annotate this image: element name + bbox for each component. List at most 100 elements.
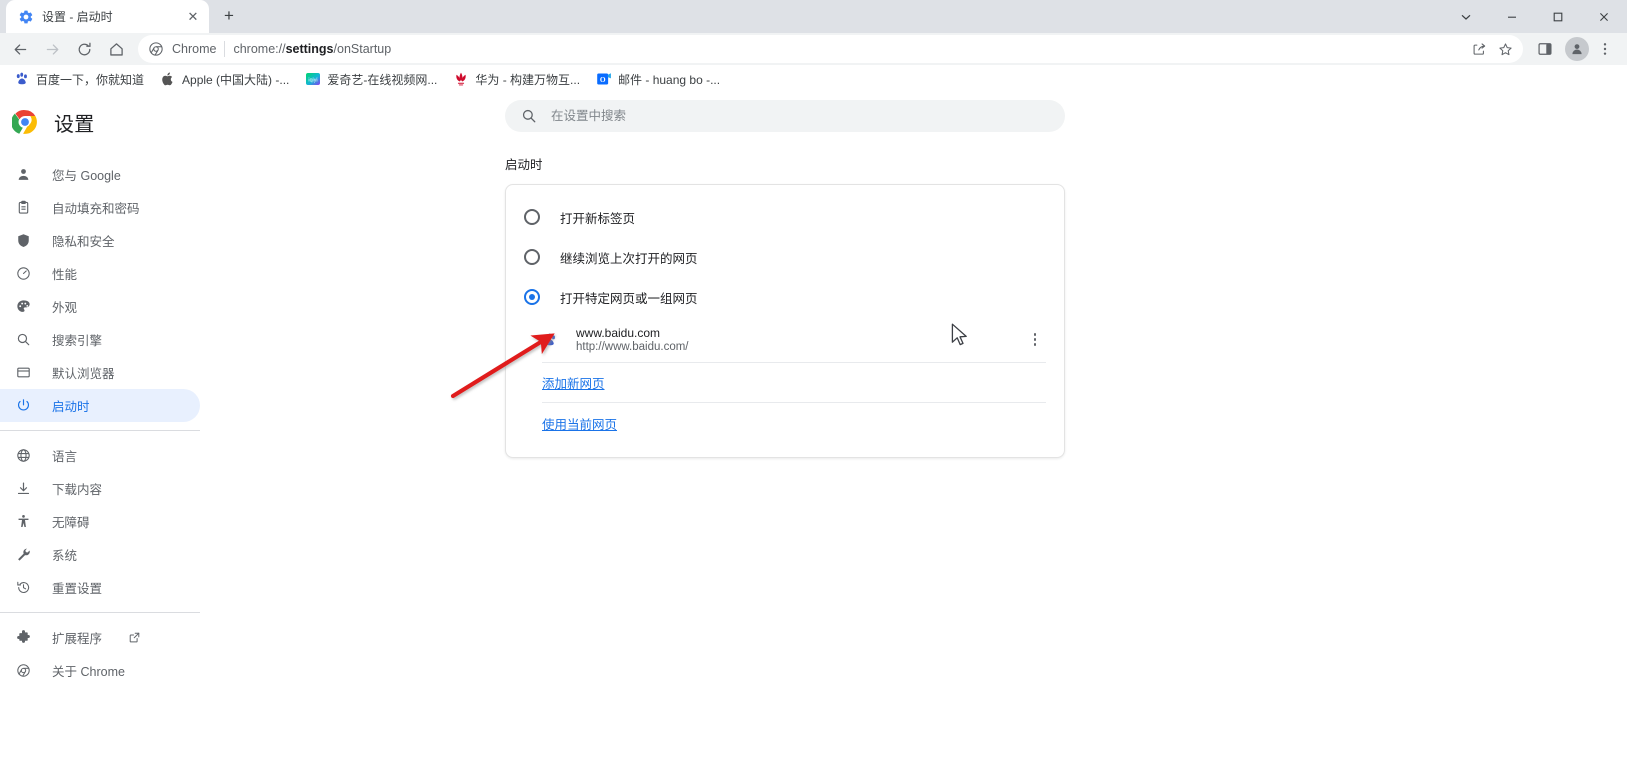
person-icon [14,166,32,184]
bookmark-item[interactable]: 百度一下，你就知道 [6,68,152,91]
chevron-down-icon[interactable] [1443,0,1489,33]
address-bar[interactable]: Chrome chrome://settings/onStartup [138,35,1523,63]
open-in-new-icon[interactable] [128,631,142,645]
puzzle-icon [14,629,32,647]
window-controls [1443,0,1627,33]
omnibox-divider [224,41,226,57]
tab-title: 设置 - 启动时 [42,10,113,24]
radio-button[interactable] [524,249,540,265]
sidebar-item-downloads[interactable]: 下载内容 [0,472,200,505]
bookmark-item[interactable]: O 邮件 - huang bo -... [588,68,728,91]
side-panel-icon[interactable] [1531,35,1559,63]
search-input[interactable] [551,109,1049,123]
radio-option-specific-pages[interactable]: 打开特定网页或一组网页 [506,277,1064,317]
sidebar-item-search-engine[interactable]: 搜索引擎 [0,323,200,356]
baidu-paw-icon [544,333,555,345]
history-restore-icon [14,579,32,597]
globe-icon [14,447,32,465]
sidebar-item-label: 您与 Google [52,169,121,183]
accessibility-icon [14,513,32,531]
search-container [505,100,1065,132]
sidebar-nav-tertiary: 扩展程序 关于 Chrome [0,621,200,687]
radio-option-continue[interactable]: 继续浏览上次打开的网页 [506,237,1064,277]
sidebar-item-system[interactable]: 系统 [0,538,200,571]
sidebar-item-performance[interactable]: 性能 [0,257,200,290]
download-icon [14,480,32,498]
bookmark-label: 百度一下，你就知道 [36,72,145,87]
add-new-page-row[interactable]: 添加新网页 [542,363,1046,403]
chrome-outline-icon [14,662,32,680]
sidebar-item-label: 无障碍 [52,516,90,530]
startup-pages-list: www.baidu.com http://www.baidu.com/ 添加新网… [506,317,1064,443]
new-tab-button[interactable]: + [215,2,243,30]
settings-main: 启动时 打开新标签页 继续浏览上次打开的网页 打开特定网页或一组网页 [200,94,1627,783]
sidebar-item-appearance[interactable]: 外观 [0,290,200,323]
sidebar-divider [0,430,200,431]
sidebar-item-on-startup[interactable]: 启动时 [0,389,200,422]
sidebar-item-privacy-security[interactable]: 隐私和安全 [0,224,200,257]
url-prefix: chrome:// [233,42,286,56]
settings-sidebar: 设置 您与 Google 自动填充和密码 隐私和安全 性能 外观 搜索引擎 默认… [0,94,200,783]
sidebar-item-label: 扩展程序 [52,632,103,646]
svg-text:O: O [600,75,606,84]
reload-icon[interactable] [70,35,98,63]
bookmark-item[interactable]: Apple (中国大陆) -... [152,68,297,91]
home-icon[interactable] [102,35,130,63]
use-current-pages-link[interactable]: 使用当前网页 [542,414,617,433]
palette-icon [14,298,32,316]
browser-window-icon [14,364,32,382]
sidebar-item-default-browser[interactable]: 默认浏览器 [0,356,200,389]
sidebar-item-label: 语言 [52,450,78,464]
bookmark-item[interactable]: 华为 - 构建万物互... [445,68,588,91]
three-dot-menu-icon[interactable] [1024,327,1046,353]
sidebar-item-autofill[interactable]: 自动填充和密码 [0,191,200,224]
settings-page: 设置 您与 Google 自动填充和密码 隐私和安全 性能 外观 搜索引擎 默认… [0,94,1627,783]
share-icon[interactable] [1467,37,1491,61]
sidebar-item-reset-settings[interactable]: 重置设置 [0,571,200,604]
bookmarks-bar: 百度一下，你就知道 Apple (中国大陆) -... iqiyi 爱奇艺-在线… [0,65,1627,94]
add-new-page-link[interactable]: 添加新网页 [542,373,605,392]
close-icon[interactable]: ✕ [185,9,201,25]
avatar[interactable] [1565,37,1589,61]
radio-label: 打开新标签页 [560,211,636,226]
tab-strip: 设置 - 启动时 ✕ + [0,0,1627,33]
sidebar-item-label: 重置设置 [52,582,103,596]
radio-button[interactable] [524,289,540,305]
dot [1033,338,1037,341]
forward-icon[interactable] [38,35,66,63]
settings-gear-icon [19,10,33,23]
search-box[interactable] [505,100,1065,132]
page-title: 设置 [54,113,95,136]
apple-logo-icon [162,72,173,86]
wrench-icon [14,546,32,564]
back-icon[interactable] [6,35,34,63]
browser-toolbar: Chrome chrome://settings/onStartup [0,33,1627,65]
radio-button[interactable] [524,209,540,225]
power-icon [14,397,32,415]
bookmark-label: 邮件 - huang bo -... [618,72,721,87]
url-bold-part: settings [285,42,334,56]
omnibox-url: chrome://settings/onStartup [233,42,391,56]
bookmark-item[interactable]: iqiyi 爱奇艺-在线视频网... [297,68,445,91]
sidebar-item-you-and-google[interactable]: 您与 Google [0,158,200,191]
startup-page-texts: www.baidu.com http://www.baidu.com/ [576,326,1006,353]
sidebar-item-label: 下载内容 [52,483,103,497]
startup-page-url: http://www.baidu.com/ [576,341,689,353]
sidebar-item-label: 关于 Chrome [52,665,125,679]
browser-tab[interactable]: 设置 - 启动时 ✕ [6,0,209,33]
star-icon[interactable] [1493,37,1517,61]
dot [1033,343,1037,346]
use-current-pages-row[interactable]: 使用当前网页 [542,403,1046,443]
maximize-icon[interactable] [1535,0,1581,33]
sidebar-item-extensions[interactable]: 扩展程序 [0,621,200,654]
sidebar-item-about-chrome[interactable]: 关于 Chrome [0,654,200,687]
sidebar-item-accessibility[interactable]: 无障碍 [0,505,200,538]
section-title: 启动时 [505,158,543,172]
close-window-icon[interactable] [1581,0,1627,33]
sidebar-item-languages[interactable]: 语言 [0,439,200,472]
iqiyi-logo-icon: iqiyi [306,73,321,85]
sidebar-item-label: 搜索引擎 [52,334,103,348]
minimize-icon[interactable] [1489,0,1535,33]
three-dot-menu-icon[interactable] [1591,35,1619,63]
radio-option-new-tab[interactable]: 打开新标签页 [506,197,1064,237]
